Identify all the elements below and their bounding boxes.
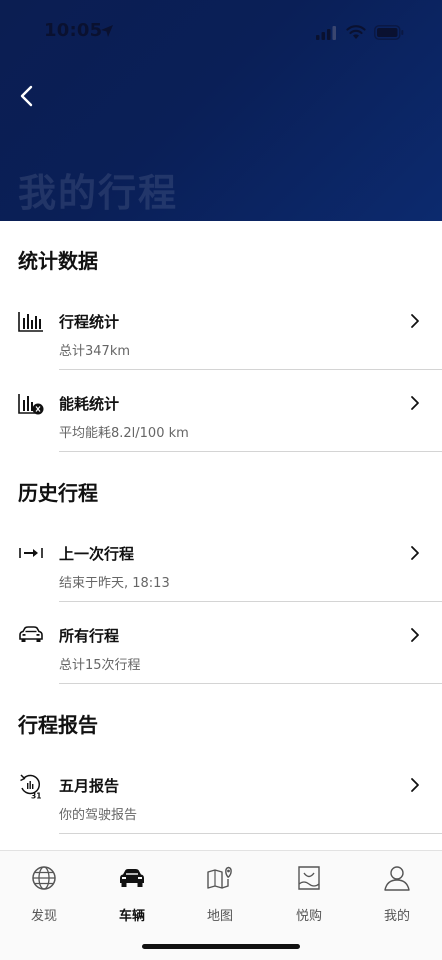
row-subtitle: 你的驾驶报告 — [59, 808, 138, 823]
car-icon — [120, 869, 144, 887]
list-item-may-report[interactable]: 31 五月报告 你的驾驶报告 — [0, 753, 442, 835]
globe-icon — [32, 866, 56, 890]
divider — [59, 369, 442, 370]
list-item-last-trip[interactable]: 上一次行程 结束于昨天, 18:13 — [0, 521, 442, 603]
map-icon — [207, 866, 232, 889]
divider — [59, 683, 442, 684]
bar-chart-icon — [18, 312, 43, 332]
car-icon — [19, 626, 43, 642]
status-time: 10:05 — [44, 20, 103, 41]
row-subtitle: 平均能耗8.2l/100 km — [59, 426, 189, 441]
energy-chart-icon — [18, 394, 44, 415]
row-subtitle: 总计15次行程 — [59, 658, 141, 673]
chevron-right-icon — [411, 314, 419, 328]
tab-map[interactable]: 地图 — [176, 863, 264, 924]
section-title-trip-reports: 行程报告 — [18, 713, 98, 737]
page-header: 10:05 我的行程 — [0, 0, 442, 221]
list-item-all-trips[interactable]: 所有行程 总计15次行程 — [0, 603, 442, 685]
chevron-right-icon — [411, 628, 419, 642]
row-title: 上一次行程 — [59, 545, 135, 563]
cellular-signal-icon — [316, 26, 336, 40]
divider — [59, 451, 442, 452]
battery-icon — [374, 25, 404, 40]
monthly-report-icon: 31 — [20, 774, 41, 800]
row-subtitle: 总计347km — [59, 344, 131, 359]
shopping-bag-icon — [298, 866, 320, 890]
section-title-trip-history: 历史行程 — [18, 481, 98, 505]
row-subtitle: 结束于昨天, 18:13 — [59, 576, 170, 591]
tab-label: 悦购 — [295, 909, 322, 924]
wifi-icon — [346, 25, 366, 39]
last-trip-arrow-icon — [19, 548, 43, 558]
row-title: 五月报告 — [59, 777, 120, 795]
tab-label: 发现 — [30, 909, 57, 924]
row-title: 所有行程 — [59, 627, 120, 645]
divider — [59, 833, 442, 834]
list-item-energy-statistics[interactable]: 能耗统计 平均能耗8.2l/100 km — [0, 371, 442, 453]
row-title: 行程统计 — [59, 313, 120, 331]
back-button[interactable] — [14, 82, 42, 110]
divider — [59, 601, 442, 602]
page-title: 我的行程 — [18, 171, 179, 215]
tab-shop[interactable]: 悦购 — [265, 863, 353, 924]
tab-label: 我的 — [383, 909, 410, 924]
section-title-statistics: 统计数据 — [18, 249, 98, 273]
list-item-trip-statistics[interactable]: 行程统计 总计347km — [0, 289, 442, 371]
person-icon — [384, 866, 410, 891]
svg-text:31: 31 — [31, 792, 41, 800]
status-bar: 10:05 — [0, 0, 442, 64]
chevron-right-icon — [411, 396, 419, 410]
tab-discover[interactable]: 发现 — [0, 863, 88, 924]
home-indicator[interactable] — [142, 944, 300, 949]
row-title: 能耗统计 — [59, 395, 120, 413]
chevron-right-icon — [411, 546, 419, 560]
tab-profile[interactable]: 我的 — [353, 863, 441, 924]
location-arrow-icon — [101, 25, 113, 37]
tab-label: 车辆 — [118, 909, 145, 924]
chevron-right-icon — [411, 778, 419, 792]
tab-vehicle[interactable]: 车辆 — [88, 863, 176, 924]
tab-label: 地图 — [206, 909, 233, 924]
